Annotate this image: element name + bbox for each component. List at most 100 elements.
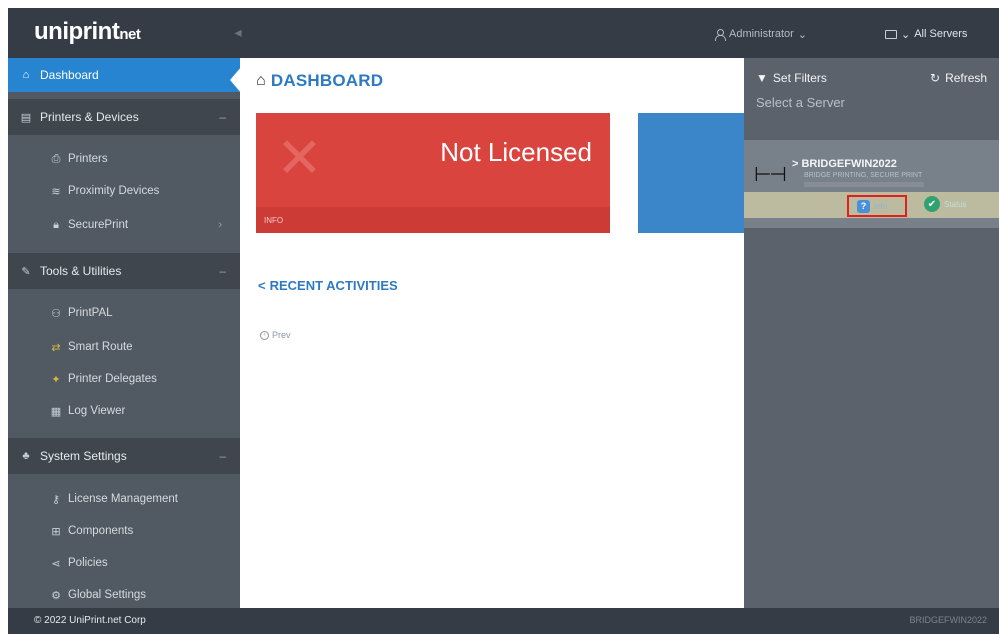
printer-icon: ⎙ — [51, 152, 61, 165]
set-filters-button[interactable]: ▼ Set Filters — [756, 71, 827, 85]
sidebar-item-smart-route[interactable]: ⇄ Smart Route — [8, 332, 240, 362]
sidebar-item-label: License Management — [68, 493, 178, 505]
users-icon: ⚇ — [51, 307, 61, 320]
key-icon: ⚷ — [51, 493, 61, 506]
servers-menu[interactable]: ⌄ All Servers — [885, 25, 967, 43]
sidebar-item-tools-utilities[interactable]: ✎ Tools & Utilities – — [8, 253, 240, 289]
copyright-text: © 2022 UniPrint.net Corp — [34, 615, 146, 626]
sidebar-item-dashboard[interactable]: ⌂ Dashboard — [8, 58, 240, 92]
recent-activities-label: RECENT ACTIVITIES — [269, 278, 398, 293]
route-icon: ⇄ — [51, 341, 61, 354]
server-panel: ▼ Set Filters ↻ Refresh Select a Server … — [744, 58, 999, 608]
filter-icon: ▼ — [756, 71, 768, 85]
main-content: ⌂ DASHBOARD ✕ Not Licensed INFO < RECENT… — [240, 58, 744, 608]
prev-button[interactable]: ‹ Prev — [260, 330, 291, 340]
chevron-down-icon: ⌄ — [901, 28, 911, 41]
sidebar-item-label: Smart Route — [68, 341, 133, 353]
sidebar-item-label: Tools & Utilities — [40, 264, 122, 278]
chevron-down-icon: ⌄ — [797, 28, 808, 41]
license-status-tile[interactable]: ✕ Not Licensed INFO — [256, 113, 610, 233]
chevron-right-icon: › — [218, 219, 222, 231]
sidebar-item-log-viewer[interactable]: ▦ Log Viewer — [8, 396, 240, 426]
refresh-label: Refresh — [945, 71, 988, 85]
sidebar-item-components[interactable]: ⊞ Components — [8, 516, 240, 546]
select-server-label: Select a Server — [756, 95, 845, 110]
sidebar-item-label: SecurePrint — [68, 219, 129, 231]
license-tile-footer[interactable]: INFO — [256, 207, 610, 233]
license-status-text: Not Licensed — [440, 137, 592, 167]
server-status-button[interactable]: ✔ Status — [924, 196, 967, 212]
sidebar-item-label: Proximity Devices — [68, 185, 160, 197]
chevron-icon: – — [219, 264, 226, 278]
sidebar: ⌂ Dashboard ▤ Printers & Devices – ⎙ Pri… — [8, 58, 240, 608]
share-icon: < — [258, 278, 266, 293]
footer-server-name: BRIDGEFWIN2022 — [909, 615, 987, 625]
chevron-icon: – — [219, 110, 226, 124]
server-name-text: BRIDGEFWIN2022 — [801, 158, 897, 170]
sidebar-item-printpal[interactable]: ⚇ PrintPAL — [8, 298, 240, 328]
printer-icon: ▤ — [20, 111, 32, 124]
sidebar-item-label: Log Viewer — [68, 405, 126, 417]
prev-label: Prev — [272, 330, 291, 340]
server-card[interactable]: ⊢⊣ > BRIDGEFWIN2022 BRIDGE PRINTING, SEC… — [744, 140, 999, 228]
sidebar-item-proximity-devices[interactable]: ≋ Proximity Devices — [8, 176, 240, 206]
set-filters-label: Set Filters — [772, 71, 827, 85]
sidebar-item-printers-devices[interactable]: ▤ Printers & Devices – — [8, 99, 240, 135]
server-info-button[interactable]: ? Info — [847, 195, 907, 217]
chevron-icon: – — [219, 449, 226, 463]
recent-activities-title: < RECENT ACTIVITIES — [258, 278, 398, 293]
refresh-button[interactable]: ↻ Refresh — [930, 71, 987, 85]
sidebar-item-printers[interactable]: ⎙ Printers — [8, 144, 240, 174]
sidebar-item-policies[interactable]: ⋖ Policies — [8, 548, 240, 578]
logo-text: uniprint — [34, 18, 120, 45]
sidebar-item-label: Printers — [68, 153, 108, 165]
home-icon: ⌂ — [22, 69, 30, 81]
home-icon: ⌂ — [256, 72, 266, 89]
sidebar-item-secureprint[interactable]: 🔒︎ SecurePrint › — [8, 210, 240, 240]
sidebar-item-label: Global Settings — [68, 589, 146, 601]
chevron-left-icon: ‹ — [260, 330, 269, 340]
license-tile-decor-icon: ✕ — [276, 126, 323, 189]
uniprint-logo[interactable]: uniprintnet — [34, 18, 141, 46]
question-icon: ? — [857, 199, 870, 213]
connection-icon: ⊢⊣ — [754, 164, 787, 186]
sidebar-item-label: Printers & Devices — [40, 110, 139, 124]
servers-label: All Servers — [914, 28, 968, 40]
sidebar-item-license-management[interactable]: ⚷ License Management — [8, 484, 240, 514]
administrator-menu[interactable]: Administrator ⌄ — [714, 25, 807, 43]
refresh-icon: ↻ — [930, 71, 941, 85]
page-title-text: DASHBOARD — [270, 71, 384, 90]
sidebar-collapse-button[interactable]: ◂ — [231, 23, 245, 41]
server-name[interactable]: > BRIDGEFWIN2022 — [792, 158, 897, 170]
sidebar-item-printer-delegates[interactable]: ✦ Printer Delegates — [8, 364, 240, 394]
monitor-icon — [885, 29, 897, 39]
check-icon: ✔ — [924, 196, 940, 212]
footer: © 2022 UniPrint.net Corp BRIDGEFWIN2022 — [8, 608, 999, 634]
sidebar-item-label: Components — [68, 525, 134, 537]
summary-tile[interactable] — [638, 113, 744, 233]
user-icon — [714, 28, 726, 41]
delegate-icon: ✦ — [51, 373, 61, 386]
sidebar-item-label: Printer Delegates — [68, 373, 157, 385]
server-status-label: Status — [944, 199, 967, 209]
sidebar-item-system-settings[interactable]: ♣ System Settings – — [8, 438, 240, 474]
components-icon: ⊞ — [51, 525, 61, 538]
server-description: BRIDGE PRINTING, SECURE PRINT — [804, 172, 923, 179]
settings-icon: ⚙ — [51, 589, 61, 602]
sidebar-item-global-settings[interactable]: ⚙ Global Settings — [8, 580, 240, 610]
lock-icon: 🔒︎ — [53, 218, 59, 231]
sidebar-item-label: Dashboard — [40, 68, 99, 82]
sidebar-item-label: PrintPAL — [68, 307, 113, 319]
wrench-icon: ✎ — [21, 265, 31, 278]
wifi-icon: ≋ — [51, 185, 61, 198]
admin-label: Administrator — [729, 28, 794, 40]
server-description-line — [804, 182, 924, 187]
network-icon: ♣ — [22, 450, 30, 462]
sidebar-item-label: Policies — [68, 557, 108, 569]
page-title: ⌂ DASHBOARD — [256, 71, 383, 91]
server-info-label: Info — [874, 201, 888, 211]
logo-suffix: net — [119, 26, 141, 43]
sidebar-item-label: System Settings — [40, 449, 127, 463]
top-bar: uniprintnet ◂ Administrator ⌄ ⌄ All Serv… — [8, 8, 999, 58]
log-icon: ▦ — [50, 405, 62, 418]
